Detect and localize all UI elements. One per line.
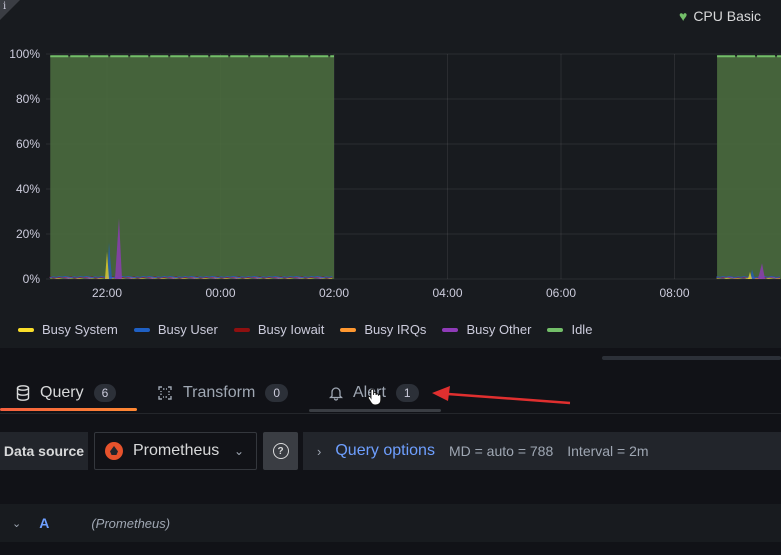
chart-areas bbox=[49, 55, 781, 279]
datasource-picker[interactable]: Prometheus ⌄ bbox=[94, 432, 257, 470]
tab-transform-label: Transform bbox=[183, 384, 256, 401]
legend-item[interactable]: Idle bbox=[547, 322, 592, 337]
legend-item[interactable]: Busy User bbox=[133, 322, 218, 337]
query-row-a[interactable]: ⌄ A (Prometheus) bbox=[0, 504, 781, 542]
tab-transform[interactable]: Transform 0 bbox=[157, 372, 288, 414]
cpu-chart[interactable]: 100% 80% 60% 40% 20% 0% 22:00 00:00 02:00 04:00 0… bbox=[0, 40, 781, 300]
y-tick-label: 40% bbox=[16, 182, 40, 196]
query-ref-id[interactable]: A bbox=[39, 515, 49, 531]
database-icon bbox=[16, 385, 30, 401]
y-tick-label: 100% bbox=[9, 47, 40, 61]
x-tick-label: 08:00 bbox=[659, 286, 689, 300]
chevron-down-icon: ⌄ bbox=[233, 444, 244, 458]
question-circle-icon: ? bbox=[272, 443, 289, 459]
legend-swatch bbox=[18, 327, 34, 332]
panel-title-text: CPU Basic bbox=[693, 8, 761, 24]
info-icon[interactable]: i bbox=[3, 1, 6, 12]
collapse-chevron-icon[interactable]: ⌄ bbox=[12, 517, 21, 530]
panel: i ♥ CPU Basic 100% 80% 60% 40% 20% 0% 22:00 00… bbox=[0, 0, 781, 360]
tab-alert[interactable]: Alert 1 bbox=[329, 372, 419, 414]
legend-swatch bbox=[547, 327, 564, 332]
chevron-right-icon: › bbox=[317, 443, 322, 459]
tab-transform-count: 0 bbox=[265, 384, 288, 402]
x-tick-label: 06:00 bbox=[546, 286, 576, 300]
idle-area-0 bbox=[50, 56, 334, 279]
tab-query-label: Query bbox=[40, 384, 84, 401]
datasource-selected: Prometheus bbox=[133, 442, 220, 459]
y-axis: 100% 80% 60% 40% 20% 0% bbox=[9, 47, 40, 286]
tabs-divider bbox=[0, 413, 781, 414]
x-tick-label: 22:00 bbox=[92, 286, 122, 300]
legend-item[interactable]: Busy Iowait bbox=[233, 322, 325, 337]
legend-item[interactable]: Busy IRQs bbox=[340, 322, 426, 337]
active-tab-indicator bbox=[0, 408, 137, 411]
legend-swatch bbox=[340, 327, 357, 332]
legend-item[interactable]: Busy System bbox=[18, 322, 118, 337]
legend-swatch bbox=[233, 327, 250, 332]
legend-label: Busy Iowait bbox=[257, 322, 325, 337]
legend-label: Busy User bbox=[157, 322, 218, 337]
interval: Interval = 2m bbox=[567, 443, 649, 459]
datasource-help-button[interactable]: ? bbox=[263, 432, 298, 470]
datasource-label: Data source bbox=[0, 432, 88, 470]
horizontal-scrollbar[interactable] bbox=[602, 356, 781, 360]
y-tick-label: 0% bbox=[23, 272, 41, 286]
legend-label: Busy System bbox=[42, 322, 118, 337]
datasource-row: Data source Prometheus ⌄ ? › Query optio… bbox=[0, 432, 781, 470]
legend-label: Idle bbox=[571, 322, 593, 337]
query-options-label: Query options bbox=[335, 442, 435, 459]
prometheus-icon bbox=[105, 442, 123, 460]
tab-alert-label: Alert bbox=[353, 384, 386, 401]
tab-query-count: 6 bbox=[93, 384, 117, 402]
x-tick-label: 02:00 bbox=[319, 286, 349, 300]
panel-title[interactable]: ♥ CPU Basic bbox=[679, 8, 761, 24]
legend-label: Busy Other bbox=[466, 322, 532, 337]
transform-icon bbox=[158, 386, 172, 400]
legend-swatch bbox=[442, 327, 459, 332]
heart-icon: ♥ bbox=[679, 8, 688, 24]
x-tick-label: 00:00 bbox=[205, 286, 235, 300]
y-tick-label: 20% bbox=[16, 227, 40, 241]
legend-swatch bbox=[133, 327, 150, 332]
y-tick-label: 80% bbox=[16, 92, 40, 106]
max-data-points: MD = auto = 788 bbox=[448, 443, 554, 459]
query-datasource-name: (Prometheus) bbox=[91, 515, 171, 531]
x-axis: 22:0000:0002:0004:0006:0008:0010 bbox=[92, 286, 690, 300]
bell-icon bbox=[329, 387, 343, 401]
legend-label: Busy IRQs bbox=[364, 322, 427, 337]
tab-alert-count: 1 bbox=[395, 384, 419, 402]
query-options[interactable]: › Query options MD = auto = 788 Interval… bbox=[303, 432, 781, 470]
alert-tab-hover-indicator bbox=[309, 409, 441, 412]
x-tick-label: 04:00 bbox=[432, 286, 462, 300]
idle-area-1 bbox=[717, 56, 781, 279]
y-tick-label: 60% bbox=[16, 137, 40, 151]
legend-item[interactable]: Busy Other bbox=[442, 322, 531, 337]
chart-legend: Busy System Busy User Busy Iowait Busy IRQs… bbox=[18, 322, 592, 337]
